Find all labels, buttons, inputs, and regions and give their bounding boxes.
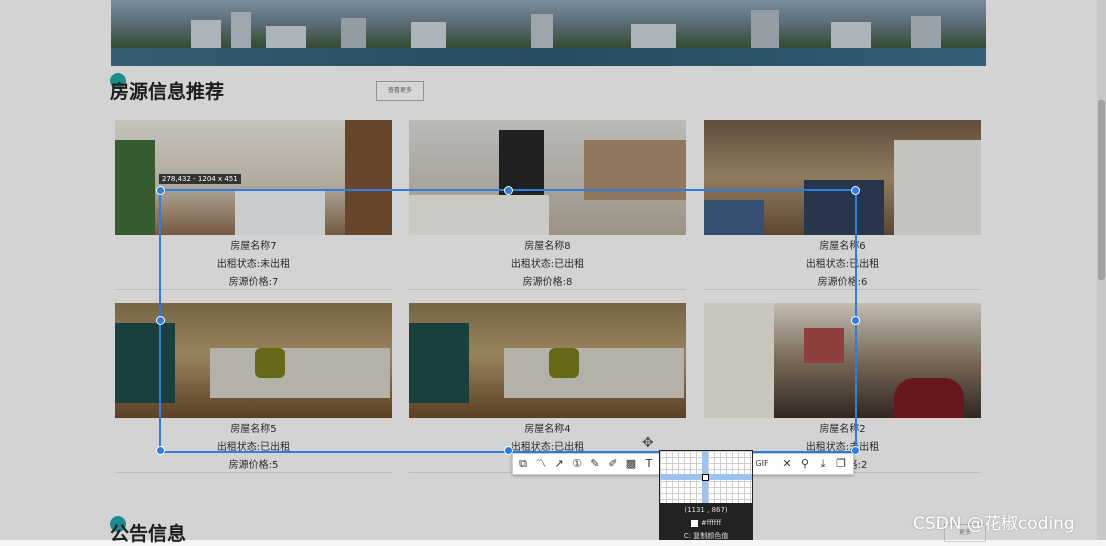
cursor-coords: (1131 , 867) (684, 506, 728, 514)
color-hex-row: #ffffff (659, 519, 753, 527)
download-icon[interactable]: ⤓ (815, 456, 831, 472)
csdn-watermark: CSDN @花椒coding (913, 514, 1075, 534)
resize-handle[interactable] (851, 186, 860, 195)
close-icon[interactable]: ✕ (779, 456, 795, 472)
text-tool-icon[interactable]: T (641, 456, 657, 472)
color-swatch (690, 519, 698, 527)
capture-selection-box[interactable] (156, 186, 860, 455)
arrow-tool-icon[interactable]: ↗ (551, 456, 567, 472)
mosaic-tool-icon[interactable]: ▩ (623, 456, 639, 472)
color-hex: #ffffff (700, 519, 722, 527)
move-cursor-icon: ✥ (642, 435, 654, 451)
shape-tool-icon[interactable]: ⧉ (515, 456, 531, 472)
gif-record-button[interactable]: GIF (751, 456, 773, 472)
resize-handle[interactable] (156, 316, 165, 325)
resize-handle[interactable] (504, 186, 513, 195)
polyline-tool-icon[interactable]: 〽 (533, 456, 549, 472)
color-magnifier: (1131 , 867) #ffffff C: 复制颜色值 (659, 450, 753, 540)
resize-handle[interactable] (156, 446, 165, 455)
pen-tool-icon[interactable]: ✎ (587, 456, 603, 472)
highlighter-icon[interactable]: ✐ (605, 456, 621, 472)
resize-handle[interactable] (851, 316, 860, 325)
number-marker-icon[interactable]: ① (569, 456, 585, 472)
selection-size-label: 278,432 - 1204 x 451 (159, 174, 241, 184)
copy-icon[interactable]: ❐ (833, 456, 849, 472)
crosshair-center (702, 474, 709, 481)
pin-icon[interactable]: ⚲ (797, 456, 813, 472)
resize-handle[interactable] (156, 186, 165, 195)
